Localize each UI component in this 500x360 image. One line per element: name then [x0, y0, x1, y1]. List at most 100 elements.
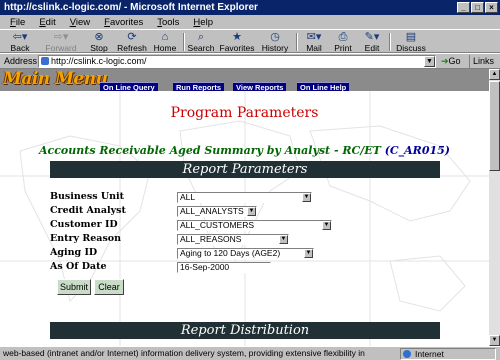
menu-view[interactable]: View	[70, 17, 90, 28]
scrollbar-thumb[interactable]	[489, 81, 500, 171]
globe-icon	[403, 350, 411, 358]
main-menu-logo[interactable]: Main Menu	[3, 69, 108, 89]
mail-button[interactable]: ✉▾ Mail	[301, 31, 327, 53]
entry-reason-select[interactable]: ALL_REASONS ▼	[177, 234, 289, 245]
edit-label: Edit	[364, 43, 380, 53]
go-arrow-icon: ➔	[441, 56, 449, 66]
stop-label: Stop	[90, 43, 108, 53]
toolbar-separator	[389, 33, 391, 51]
history-button[interactable]: ◷ History	[259, 31, 291, 53]
back-arrow-icon: ⇦▾	[12, 31, 28, 43]
address-input[interactable]: http://cslink.c-logic.com/ ▼	[38, 55, 436, 68]
favorites-button[interactable]: ★ Favorites	[217, 31, 257, 53]
chevron-down-icon[interactable]: ▼	[304, 249, 313, 258]
home-icon: ⌂	[161, 31, 169, 43]
address-label: Address	[4, 56, 38, 66]
menu-bar: File Edit View Favorites Tools Help	[0, 15, 500, 29]
page-title: Program Parameters	[170, 105, 319, 121]
history-label: History	[261, 43, 289, 53]
edit-icon: ✎▾	[364, 31, 380, 43]
submit-button[interactable]: Submit	[57, 279, 91, 295]
print-icon: ⎙	[338, 31, 348, 43]
report-code: (C_AR015)	[384, 144, 450, 157]
home-label: Home	[153, 43, 177, 53]
chevron-down-icon[interactable]: ▼	[247, 207, 256, 216]
business-unit-select[interactable]: ALL ▼	[177, 192, 312, 203]
links-button[interactable]: Links »	[469, 55, 500, 78]
entry-reason-value: ALL_REASONS	[180, 234, 242, 244]
report-name: Accounts Receivable Aged Summary by Anal…	[39, 144, 381, 157]
scroll-up-icon[interactable]: ▲	[489, 69, 500, 80]
toolbar-separator	[296, 33, 298, 51]
favorites-icon: ★	[232, 31, 242, 43]
forward-button[interactable]: ⇨▾ Forward	[44, 31, 78, 53]
maximize-button[interactable]: □	[471, 2, 484, 13]
close-button[interactable]: ×	[485, 2, 498, 13]
credit-analyst-select[interactable]: ALL_ANALYSTS ▼	[177, 206, 257, 217]
nav-view-reports[interactable]: View Reports	[233, 82, 287, 91]
page-content: Program Parameters Accounts Receivable A…	[0, 91, 489, 346]
nav-online-help[interactable]: On Line Help	[297, 82, 350, 91]
menu-favorites[interactable]: Favorites	[104, 17, 143, 28]
aging-id-value: Aging to 120 Days (AGE2)	[180, 248, 281, 258]
security-zone: Internet	[400, 348, 496, 360]
refresh-button[interactable]: ⟳ Refresh	[116, 31, 148, 53]
minimize-button[interactable]: _	[457, 2, 470, 13]
chevron-down-icon[interactable]: ▼	[302, 193, 311, 202]
clear-button[interactable]: Clear	[94, 279, 124, 295]
menu-tools[interactable]: Tools	[157, 17, 179, 28]
zone-label: Internet	[415, 349, 444, 359]
forward-label: Forward	[45, 43, 77, 53]
aging-id-select[interactable]: Aging to 120 Days (AGE2) ▼	[177, 248, 314, 259]
discuss-button[interactable]: ▤ Discuss	[393, 31, 429, 53]
search-button[interactable]: ⌕ Search	[187, 31, 215, 53]
address-bar: Address http://cslink.c-logic.com/ ▼ ➔Go…	[0, 53, 500, 78]
mail-label: Mail	[306, 43, 322, 53]
refresh-icon: ⟳	[127, 31, 137, 43]
aging-id-label: Aging ID	[50, 247, 98, 258]
page-viewport: Main Menu On Line Query Run Reports View…	[0, 69, 489, 346]
mail-icon: ✉▾	[306, 31, 322, 43]
as-of-date-label: As Of Date	[50, 261, 107, 272]
address-url: http://cslink.c-logic.com/	[51, 56, 147, 66]
search-icon: ⌕	[197, 31, 205, 43]
main-menu-bar: Main Menu On Line Query Run Reports View…	[0, 69, 489, 91]
home-button[interactable]: ⌂ Home	[152, 31, 178, 53]
go-label: Go	[448, 56, 461, 66]
credit-analyst-label: Credit Analyst	[50, 205, 126, 216]
edit-button[interactable]: ✎▾ Edit	[360, 31, 384, 53]
window-title: http://cslink.c-logic.com/ - Microsoft I…	[4, 2, 258, 13]
nav-online-query[interactable]: On Line Query	[100, 82, 158, 91]
report-distribution-header: Report Distribution	[50, 322, 440, 339]
window-title-bar: http://cslink.c-logic.com/ - Microsoft I…	[0, 0, 500, 15]
chevron-down-icon[interactable]: ▼	[322, 221, 331, 230]
customer-id-select[interactable]: ALL_CUSTOMERS ▼	[177, 220, 332, 231]
window-controls: _ □ ×	[457, 2, 498, 13]
business-unit-value: ALL	[180, 192, 196, 202]
nav-run-reports[interactable]: Run Reports	[173, 82, 224, 91]
as-of-date-input[interactable]: 16-Sep-2000	[177, 262, 271, 273]
entry-reason-label: Entry Reason	[50, 233, 122, 244]
chevron-down-icon[interactable]: ▼	[279, 235, 288, 244]
refresh-label: Refresh	[117, 43, 147, 53]
chevron-down-icon[interactable]: ▼	[424, 56, 435, 67]
credit-analyst-value: ALL_ANALYSTS	[180, 206, 244, 216]
report-parameters-header: Report Parameters	[50, 161, 440, 178]
stop-button[interactable]: ⊗ Stop	[88, 31, 110, 53]
business-unit-label: Business Unit	[50, 191, 125, 202]
menu-help[interactable]: Help	[193, 17, 213, 28]
stop-icon: ⊗	[94, 31, 104, 43]
customer-id-label: Customer ID	[50, 219, 118, 230]
vertical-scrollbar[interactable]: ▲ ▼	[489, 69, 500, 346]
back-button[interactable]: ⇦▾ Back	[6, 31, 34, 53]
discuss-icon: ▤	[405, 31, 417, 43]
print-label: Print	[334, 43, 352, 53]
status-bar: web-based (intranet and/or Internet) inf…	[0, 346, 500, 360]
print-button[interactable]: ⎙ Print	[330, 31, 356, 53]
menu-edit[interactable]: Edit	[39, 17, 55, 28]
go-button[interactable]: ➔Go	[441, 56, 461, 67]
scroll-down-icon[interactable]: ▼	[489, 335, 500, 346]
forward-arrow-icon: ⇨▾	[53, 31, 69, 43]
menu-file[interactable]: File	[10, 17, 25, 28]
favorites-label: Favorites	[219, 43, 255, 53]
